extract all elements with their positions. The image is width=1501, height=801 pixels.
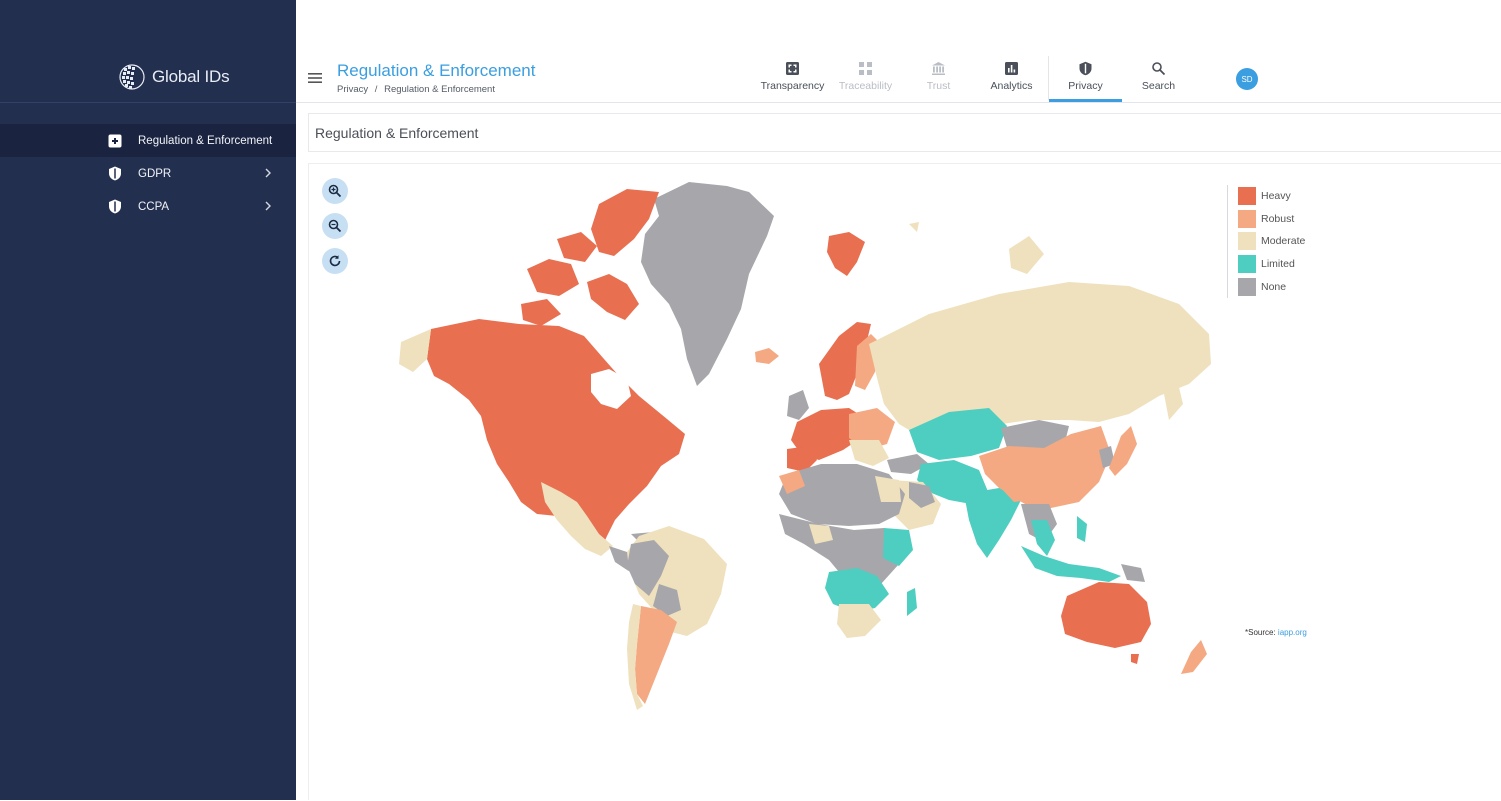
legend-item-heavy: Heavy bbox=[1238, 185, 1305, 208]
section-title: Regulation & Enforcement bbox=[315, 125, 479, 141]
country-png bbox=[1121, 564, 1145, 582]
user-avatar[interactable]: SD bbox=[1236, 68, 1258, 90]
tab-label: Traceability bbox=[838, 80, 893, 92]
legend-label: Heavy bbox=[1261, 190, 1291, 203]
bank-icon bbox=[932, 62, 945, 75]
page-title: Regulation & Enforcement bbox=[337, 61, 536, 80]
shield-icon bbox=[1079, 61, 1092, 76]
source-link[interactable]: iapp.org bbox=[1278, 628, 1307, 637]
legend-swatch bbox=[1238, 277, 1256, 296]
logo[interactable]: Global IDs bbox=[118, 60, 230, 94]
legend-swatch bbox=[1238, 232, 1256, 251]
chevron-right-icon bbox=[265, 201, 271, 211]
section-header: Regulation & Enforcement bbox=[308, 113, 1501, 152]
country-svalbard bbox=[827, 232, 865, 276]
shield-icon bbox=[107, 166, 122, 181]
country-alaska-west bbox=[399, 329, 431, 372]
sidebar-item-gdpr[interactable]: GDPR bbox=[0, 157, 296, 190]
breadcrumb-separator: / bbox=[374, 84, 378, 95]
legend-label: None bbox=[1261, 280, 1287, 293]
transparency-icon bbox=[786, 62, 799, 75]
tab-analytics[interactable]: Analytics bbox=[975, 56, 1048, 102]
breadcrumb-current: Regulation & Enforcement bbox=[384, 84, 495, 95]
legend-swatch bbox=[1238, 187, 1256, 206]
country-australia bbox=[1061, 582, 1151, 648]
country-new-zealand bbox=[1181, 640, 1207, 674]
map-legend: Heavy Robust Moderate Limited None bbox=[1227, 185, 1305, 298]
shield-icon bbox=[107, 199, 122, 214]
legend-swatch bbox=[1238, 209, 1256, 228]
tab-privacy[interactable]: Privacy bbox=[1049, 56, 1122, 102]
tab-label: Transparency bbox=[760, 80, 825, 92]
sidebar-item-ccpa[interactable]: CCPA bbox=[0, 190, 296, 223]
country-argentina-chile bbox=[635, 606, 677, 704]
tab-search[interactable]: Search bbox=[1122, 56, 1195, 102]
country-uk-ireland bbox=[787, 390, 809, 420]
country-north-america-heavy bbox=[427, 319, 685, 554]
sidebar: Global IDs Regulation & Enforcement GDPR… bbox=[0, 0, 296, 800]
map-source-note: *Source: iapp.org bbox=[1245, 628, 1307, 637]
legend-item-moderate: Moderate bbox=[1238, 230, 1305, 253]
country-canada-arctic bbox=[521, 189, 659, 326]
logo-text: Global IDs bbox=[152, 67, 230, 86]
breadcrumb-link-privacy[interactable]: Privacy bbox=[337, 84, 368, 95]
bar-chart-icon bbox=[1005, 62, 1018, 75]
tab-label: Analytics bbox=[990, 80, 1033, 92]
country-philippines bbox=[1077, 516, 1087, 542]
country-greenland bbox=[641, 182, 774, 386]
legend-item-limited: Limited bbox=[1238, 253, 1305, 276]
top-bar: Regulation & Enforcement Privacy / Regul… bbox=[296, 0, 1501, 103]
country-south-africa bbox=[837, 604, 881, 638]
zoom-out-button[interactable] bbox=[322, 213, 348, 239]
tab-transparency[interactable]: Transparency bbox=[756, 56, 829, 102]
legend-item-robust: Robust bbox=[1238, 208, 1305, 231]
reset-view-button[interactable] bbox=[322, 248, 348, 274]
legend-label: Robust bbox=[1261, 212, 1295, 225]
zoom-in-icon bbox=[328, 184, 342, 198]
zoom-out-icon bbox=[328, 219, 342, 233]
country-madagascar bbox=[907, 588, 917, 616]
sidebar-divider bbox=[0, 102, 296, 103]
transparency-icon bbox=[107, 133, 122, 148]
globe-logo-icon bbox=[119, 64, 145, 90]
legend-label: Limited bbox=[1261, 258, 1295, 271]
tab-label: Privacy bbox=[1068, 80, 1103, 92]
country-iceland bbox=[755, 348, 779, 364]
sidebar-nav: Regulation & Enforcement GDPR CCPA bbox=[0, 124, 296, 223]
sidebar-item-label: GDPR bbox=[138, 167, 172, 180]
refresh-icon bbox=[329, 255, 341, 267]
tab-label: Search bbox=[1141, 80, 1176, 92]
sidebar-item-label: CCPA bbox=[138, 200, 170, 213]
breadcrumb: Privacy / Regulation & Enforcement bbox=[337, 84, 499, 95]
country-japan bbox=[1109, 426, 1137, 476]
traceability-icon bbox=[859, 62, 872, 75]
world-map[interactable] bbox=[309, 164, 1501, 801]
main-tabs: Transparency Traceability Trust Analytic… bbox=[756, 56, 1195, 102]
country-russia bbox=[869, 282, 1211, 436]
country-malaysia-indonesia bbox=[1021, 546, 1121, 582]
country-russia-north-island bbox=[1009, 236, 1044, 274]
tab-label: Trust bbox=[926, 80, 951, 92]
hamburger-menu-icon[interactable] bbox=[308, 72, 322, 84]
tab-trust[interactable]: Trust bbox=[902, 56, 975, 102]
country-small-island bbox=[909, 222, 919, 232]
sidebar-item-label: Regulation & Enforcement bbox=[138, 134, 273, 147]
country-tasmania bbox=[1131, 654, 1139, 664]
map-panel: Heavy Robust Moderate Limited None *Sour… bbox=[308, 163, 1501, 800]
legend-label: Moderate bbox=[1261, 235, 1306, 248]
legend-item-none: None bbox=[1238, 275, 1305, 298]
source-prefix: *Source: bbox=[1245, 628, 1276, 637]
tab-traceability[interactable]: Traceability bbox=[829, 56, 902, 102]
zoom-in-button[interactable] bbox=[322, 178, 348, 204]
chevron-right-icon bbox=[265, 168, 271, 178]
legend-swatch bbox=[1238, 255, 1256, 274]
sidebar-item-regulation-enforcement[interactable]: Regulation & Enforcement bbox=[0, 124, 296, 157]
search-icon bbox=[1152, 62, 1166, 76]
